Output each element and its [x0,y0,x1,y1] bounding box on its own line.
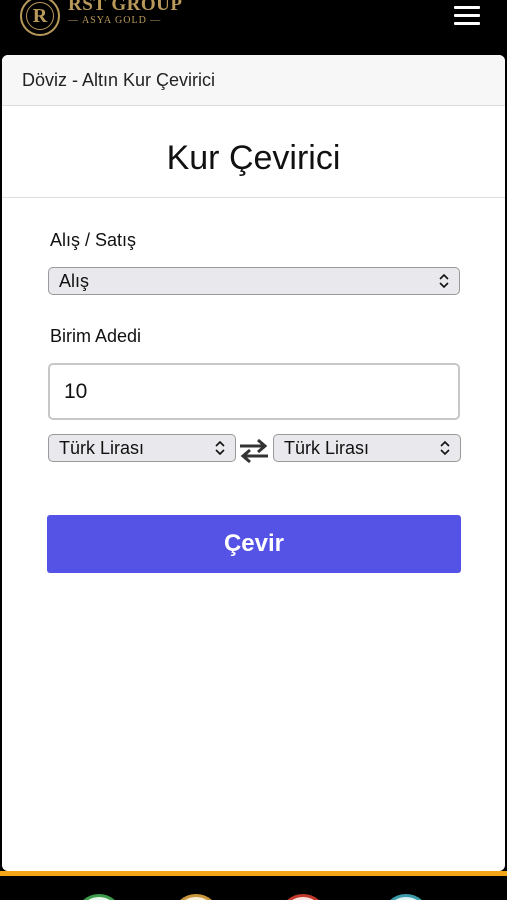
bottom-nav-bar [0,871,507,900]
from-currency-value: Türk Lirası [59,438,145,458]
updown-chevron-icon [440,440,450,456]
nav-item-3[interactable] [279,894,327,900]
nav-item-2[interactable] [172,894,220,900]
to-currency-select[interactable]: Türk Lirası [273,434,461,462]
from-currency-select[interactable]: Türk Lirası [48,434,236,462]
nav-item-1[interactable] [75,894,123,900]
brand-title: RST GROUP [68,0,183,15]
hamburger-menu-icon[interactable] [454,6,480,28]
top-bar: R RST GROUP — ASYA GOLD — [0,0,507,54]
updown-chevron-icon [439,273,449,289]
logo-monogram: R [26,2,54,30]
page-title: Kur Çevirici [2,106,505,198]
logo-emblem: R [20,0,60,36]
breadcrumb: Döviz - Altın Kur Çevirici [2,55,505,106]
amount-label: Birim Adedi [50,326,142,346]
updown-chevron-icon [215,440,225,456]
type-select-value: Alış [59,271,90,291]
nav-item-4[interactable] [382,894,430,900]
type-select[interactable]: Alış [48,267,460,295]
convert-button[interactable]: Çevir [47,515,461,573]
swap-arrows-icon[interactable] [238,439,270,463]
converter-card: Döviz - Altın Kur Çevirici Kur Çevirici … [2,55,505,871]
type-label: Alış / Satış [50,230,137,250]
brand-logo[interactable]: R RST GROUP — ASYA GOLD — [20,0,220,40]
brand-subtitle: — ASYA GOLD — [68,15,162,26]
to-currency-value: Türk Lirası [284,438,370,458]
amount-input[interactable] [48,363,460,420]
